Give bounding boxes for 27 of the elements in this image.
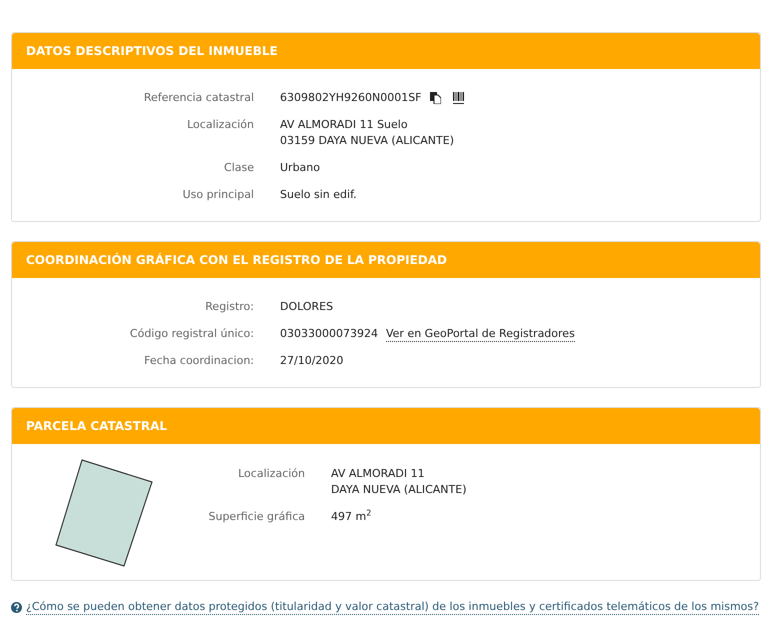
field-value: AV ALMORADI 11 Suelo — [280, 117, 409, 133]
field-label: Clase — [223, 160, 254, 176]
field-value: DOLORES — [280, 299, 334, 315]
field-value: 6309802YH9260N0001SF — [280, 90, 422, 106]
help-link[interactable]: ¿Cómo se pueden obtener datos protegidos (titularidad y valor catastral) de los inmuebles y certificados telemáticos de los mismos? — [26, 600, 759, 615]
copy-icon[interactable] — [430, 92, 441, 104]
field-value: 497 m$^{2}$ — [331, 509, 372, 525]
field-label: Localización — [237, 466, 305, 482]
field-label: Uso principal — [182, 187, 254, 203]
section-header: DATOS DESCRIPTIVOS DEL INMUEBLE — [12, 33, 760, 69]
section-header: COORDINACIÓN GRÁFICA CON EL REGISTRO DE LA PROPIEDAD — [12, 242, 760, 278]
geoportal-link[interactable]: Ver en GeoPortal de Registradores — [386, 326, 575, 342]
field-value: 03033000073924 — [280, 326, 378, 342]
section-header: PARCELA CATASTRAL — [12, 408, 760, 444]
field-value: Suelo sin edif. — [280, 187, 357, 203]
field-label: Registro: — [204, 299, 254, 315]
field-label: Superficie gráfica — [208, 509, 305, 525]
field-label: Referencia catastral — [142, 90, 254, 106]
field-value: AV ALMORADI 11 — [331, 466, 426, 482]
field-label: Localización — [186, 117, 254, 133]
field-value: 03159 DAYA NUEVA (ALICANTE) — [280, 133, 454, 149]
barcode-icon[interactable] — [452, 92, 464, 104]
field-label: Código registral único: — [128, 326, 254, 342]
field-value: DAYA NUEVA (ALICANTE) — [331, 482, 466, 498]
field-value: 27/10/2020 — [280, 353, 344, 369]
field-label: Fecha coordinacion: — [143, 353, 254, 369]
field-value: Urbano — [280, 160, 320, 176]
